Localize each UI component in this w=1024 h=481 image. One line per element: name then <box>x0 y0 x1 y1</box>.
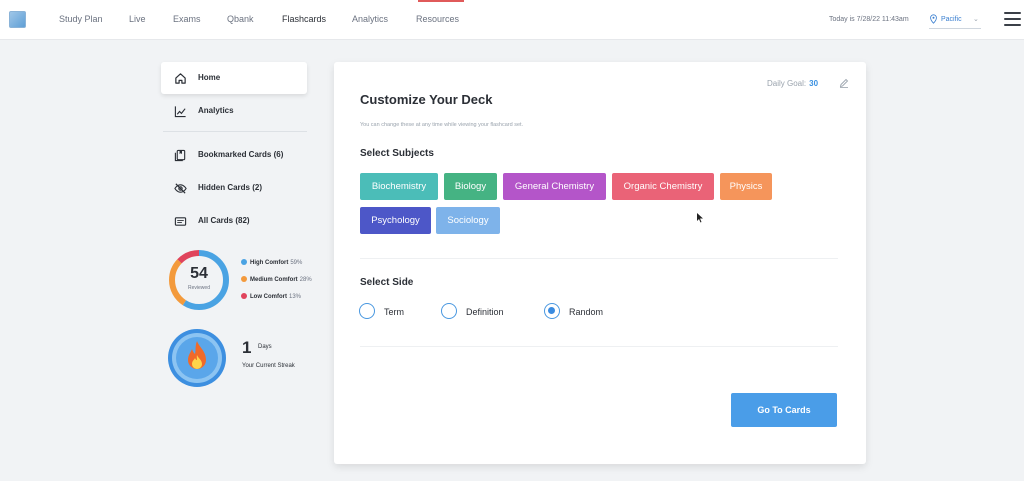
sidebar-item-label: Bookmarked Cards (6) <box>198 150 284 159</box>
nav-live[interactable]: Live <box>129 14 146 24</box>
subject-chip-biochemistry[interactable]: Biochemistry <box>360 173 438 200</box>
page-subtitle: You can change these at any time while v… <box>360 122 524 128</box>
edit-icon[interactable] <box>839 78 849 88</box>
daily-goal: Daily Goal: 30 <box>767 79 818 88</box>
legend-label: Low Comfort <box>250 294 287 300</box>
radio-label: Term <box>384 307 404 317</box>
legend-pct: 28% <box>299 277 312 283</box>
legend-dot <box>241 259 247 265</box>
legend-dot <box>241 276 247 282</box>
top-nav-bar: Study Plan Live Exams Qbank Flashcards A… <box>0 0 1024 40</box>
nav-exams[interactable]: Exams <box>173 14 201 24</box>
bookmark-icon <box>174 149 186 162</box>
nav-flashcards[interactable]: Flashcards <box>282 14 326 24</box>
legend-label: Medium Comfort <box>250 277 298 283</box>
streak-label: Your Current Streak <box>242 363 295 369</box>
sidebar-item-hidden[interactable]: Hidden Cards (2) <box>161 172 307 204</box>
customize-deck-card: Daily Goal: 30 Customize Your Deck You ca… <box>334 62 866 464</box>
sidebar-item-analytics[interactable]: Analytics <box>161 95 307 127</box>
mouse-cursor-icon <box>697 213 703 223</box>
legend-dot <box>241 293 247 299</box>
streak-unit: Days <box>258 344 272 350</box>
radio-label: Random <box>569 307 604 317</box>
subject-chip-biology[interactable]: Biology <box>444 173 497 200</box>
sidebar-item-label: Analytics <box>198 106 234 115</box>
radio-circle <box>359 303 375 319</box>
location-pin-icon <box>930 14 937 24</box>
daily-goal-value: 30 <box>809 79 819 88</box>
subject-chip-organic-chemistry[interactable]: Organic Chemistry <box>612 173 714 200</box>
home-icon <box>175 73 186 84</box>
reviewed-label: Reviewed <box>188 285 210 291</box>
select-side-label: Select Side <box>360 277 414 288</box>
legend-pct: 13% <box>289 294 302 300</box>
streak-count: 1 <box>242 338 252 357</box>
legend-medium-comfort: Medium Comfort 28% <box>241 276 312 283</box>
timezone-select[interactable]: Pacific ⌄ <box>929 11 981 29</box>
subject-chip-sociology[interactable]: Sociology <box>436 207 500 234</box>
go-to-cards-button[interactable]: Go To Cards <box>731 393 837 427</box>
legend-label: High Comfort <box>250 260 289 266</box>
sidebar-item-label: All Cards (82) <box>198 216 250 225</box>
nav-qbank[interactable]: Qbank <box>227 14 254 24</box>
subject-chip-physics[interactable]: Physics <box>720 173 772 200</box>
today-date: Today is 7/28/22 11:43am <box>829 16 909 23</box>
flame-icon <box>168 329 226 387</box>
sidebar-item-label: Home <box>198 73 221 82</box>
sidebar-item-label: Hidden Cards (2) <box>198 183 263 192</box>
section-divider <box>360 346 838 347</box>
sidebar-item-bookmarked[interactable]: Bookmarked Cards (6) <box>161 139 307 171</box>
legend-pct: 59% <box>290 260 303 266</box>
sidebar-divider <box>163 131 307 132</box>
legend-low-comfort: Low Comfort 13% <box>241 293 301 300</box>
sidebar-item-home[interactable]: Home <box>161 62 307 94</box>
nav-resources[interactable]: Resources <box>416 14 459 24</box>
reviewed-count: 54 <box>190 265 208 282</box>
sidebar-item-all-cards[interactable]: All Cards (82) <box>161 205 307 237</box>
app-logo[interactable] <box>9 11 26 28</box>
radio-circle <box>441 303 457 319</box>
radio-label: Definition <box>466 307 504 317</box>
chevron-down-icon: ⌄ <box>973 16 979 23</box>
select-subjects-label: Select Subjects <box>360 148 434 159</box>
subject-chip-psychology[interactable]: Psychology <box>360 207 431 234</box>
nav-analytics[interactable]: Analytics <box>352 14 388 24</box>
menu-icon[interactable] <box>1004 12 1021 26</box>
subject-chip-general-chemistry[interactable]: General Chemistry <box>503 173 606 200</box>
eye-slash-icon <box>174 183 187 194</box>
radio-circle <box>544 303 560 319</box>
legend-high-comfort: High Comfort 59% <box>241 259 302 266</box>
timezone-value: Pacific <box>941 16 962 23</box>
cards-icon <box>174 217 187 226</box>
daily-goal-label: Daily Goal: <box>767 79 807 88</box>
section-divider <box>360 258 838 259</box>
nav-study-plan[interactable]: Study Plan <box>59 14 103 24</box>
nav-active-indicator <box>418 0 464 2</box>
chart-icon <box>174 106 186 118</box>
page-title: Customize Your Deck <box>360 92 493 107</box>
